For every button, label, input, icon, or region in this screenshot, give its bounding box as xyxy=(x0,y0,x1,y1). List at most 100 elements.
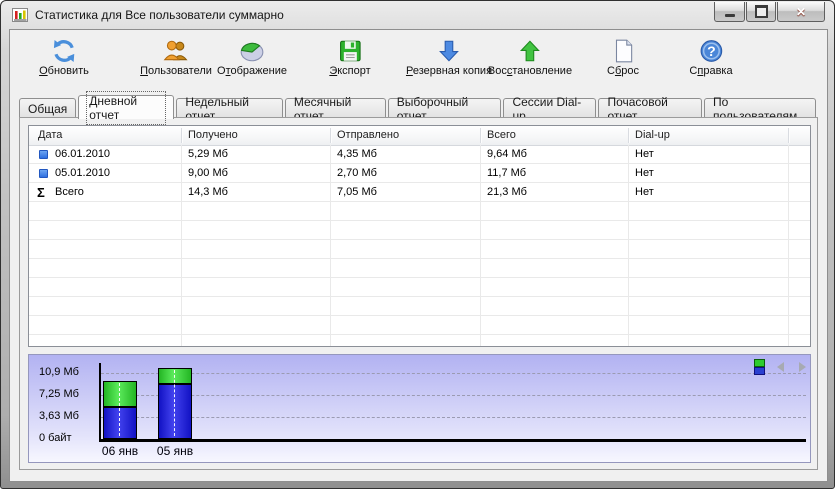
chart-next-arrow[interactable] xyxy=(799,362,806,372)
tab-content-pane: Дата Получено Отправлено Всего Dial-up xyxy=(19,117,818,470)
tab-custom-report[interactable]: Выборочный отчет xyxy=(388,98,502,118)
y-tick-label: 0 байт xyxy=(39,432,99,444)
cell-dialup: Нет xyxy=(635,164,654,183)
toolbar-label: Справка xyxy=(689,65,732,77)
export-button[interactable]: Экспорт xyxy=(323,35,376,80)
floppy-icon xyxy=(337,38,363,64)
title-bar[interactable]: Статистика для Все пользователи суммарно xyxy=(1,1,834,28)
sigma-icon: Σ xyxy=(37,183,45,202)
stacked-bar[interactable] xyxy=(103,381,137,439)
window-title: Статистика для Все пользователи суммарно xyxy=(35,8,284,22)
tab-weekly-report[interactable]: Недельный отчет xyxy=(176,98,282,118)
cell-received: 5,29 Мб xyxy=(188,145,228,164)
maximize-button[interactable] xyxy=(746,2,776,22)
tab-monthly-report[interactable]: Месячный отчет xyxy=(285,98,386,118)
restore-button[interactable]: Восстановление xyxy=(482,35,578,80)
cell-date: 06.01.2010 xyxy=(55,145,110,164)
column-header-total[interactable]: Всего xyxy=(487,126,516,145)
column-divider[interactable] xyxy=(480,128,482,143)
table-row-total[interactable]: Σ Всего 14,3 Мб 7,05 Мб 21,3 Мб Нет xyxy=(29,183,810,202)
y-tick-label: 7,25 Мб xyxy=(39,388,99,400)
cell-date: 05.01.2010 xyxy=(55,164,110,183)
client-area: Обновить Пользователи Отображение xyxy=(9,29,828,482)
pie-chart-icon xyxy=(239,38,265,64)
close-button[interactable]: ✕ xyxy=(777,2,825,22)
column-divider[interactable] xyxy=(788,128,790,143)
users-icon xyxy=(163,38,189,64)
cell-received: 9,00 Мб xyxy=(188,164,228,183)
up-arrow-icon xyxy=(517,38,543,64)
tab-hourly-report[interactable]: Почасовой отчет xyxy=(598,98,702,118)
maximize-icon xyxy=(755,5,768,18)
column-header-dialup[interactable]: Dial-up xyxy=(635,126,670,145)
help-icon: ? xyxy=(698,38,724,64)
cell-sent: 2,70 Мб xyxy=(337,164,377,183)
stacked-bar[interactable] xyxy=(158,368,192,439)
blank-page-icon xyxy=(610,38,636,64)
table-row[interactable]: 06.01.2010 5,29 Мб 4,35 Мб 9,64 Мб Нет xyxy=(29,145,810,164)
column-divider[interactable] xyxy=(628,128,630,143)
cell-dialup: Нет xyxy=(635,183,654,202)
app-window: Статистика для Все пользователи суммарно… xyxy=(0,0,835,489)
column-divider[interactable] xyxy=(181,128,183,143)
column-divider[interactable] xyxy=(330,128,332,143)
legend-received-swatch xyxy=(754,367,765,375)
cell-received: 14,3 Мб xyxy=(188,183,228,202)
bar-chart-icon xyxy=(12,7,28,23)
column-header-sent[interactable]: Отправлено xyxy=(337,126,399,145)
tab-daily-report[interactable]: Дневной отчет xyxy=(78,95,174,119)
bar-centerline xyxy=(174,370,175,436)
refresh-icon xyxy=(51,38,77,64)
legend-sent-swatch xyxy=(754,359,765,367)
y-tick-label: 10,9 Мб xyxy=(39,366,99,378)
toolbar-label: Восстановление xyxy=(488,65,572,77)
chart-gridline xyxy=(101,417,806,418)
tab-strip: Общая Дневной отчет Недельный отчет Меся… xyxy=(19,94,818,118)
sent-segment xyxy=(158,368,192,384)
blue-square-icon xyxy=(39,150,48,159)
toolbar-label: Сброс xyxy=(607,65,639,77)
users-button[interactable]: Пользователи xyxy=(134,35,218,80)
help-button[interactable]: ? Справка xyxy=(683,35,738,80)
tab-obschaya[interactable]: Общая xyxy=(19,98,76,118)
toolbar-label: Пользователи xyxy=(140,65,212,77)
chart-prev-arrow[interactable] xyxy=(777,362,784,372)
cell-total: 11,7 Мб xyxy=(487,164,526,183)
y-axis xyxy=(99,363,101,442)
cell-total: 21,3 Мб xyxy=(487,183,527,202)
chart-legend-icon xyxy=(754,359,765,375)
display-button[interactable]: Отображение xyxy=(211,35,293,80)
x-axis xyxy=(99,439,806,442)
down-arrow-icon xyxy=(436,38,462,64)
toolbar-label: Экспорт xyxy=(329,65,370,77)
reset-button[interactable]: Сброс xyxy=(601,35,645,80)
table-row[interactable]: 05.01.2010 9,00 Мб 2,70 Мб 11,7 Мб Нет xyxy=(29,164,810,183)
x-axis-label: 05 янв xyxy=(147,444,203,458)
svg-text:?: ? xyxy=(707,43,716,59)
toolbar: Обновить Пользователи Отображение xyxy=(10,30,827,92)
received-segment xyxy=(158,384,192,439)
cell-total: 9,64 Мб xyxy=(487,145,527,164)
toolbar-label: Резервная копия xyxy=(406,65,492,77)
sent-segment xyxy=(103,381,137,407)
blue-square-icon xyxy=(39,169,48,178)
tab-dialup-sessions[interactable]: Сессии Dial-up xyxy=(503,98,596,118)
traffic-chart: 10,9 Мб7,25 Мб3,63 Мб0 байт06 янв05 янв xyxy=(28,354,811,463)
toolbar-label: Обновить xyxy=(39,65,89,77)
cell-sent: 4,35 Мб xyxy=(337,145,377,164)
chart-gridline xyxy=(101,395,806,396)
y-tick-label: 3,63 Мб xyxy=(39,410,99,422)
refresh-button[interactable]: Обновить xyxy=(33,35,95,80)
cell-date: Всего xyxy=(55,183,84,202)
toolbar-label: Отображение xyxy=(217,65,287,77)
column-header-received[interactable]: Получено xyxy=(188,126,238,145)
minimize-button[interactable] xyxy=(714,2,745,22)
close-icon: ✕ xyxy=(796,6,806,18)
bar-centerline xyxy=(119,383,120,436)
report-table: Дата Получено Отправлено Всего Dial-up xyxy=(28,125,811,347)
cell-sent: 7,05 Мб xyxy=(337,183,377,202)
table-header: Дата Получено Отправлено Всего Dial-up xyxy=(29,126,810,146)
minimize-icon xyxy=(725,14,735,17)
tab-by-users[interactable]: По пользователям xyxy=(704,98,816,118)
column-header-date[interactable]: Дата xyxy=(38,126,62,145)
